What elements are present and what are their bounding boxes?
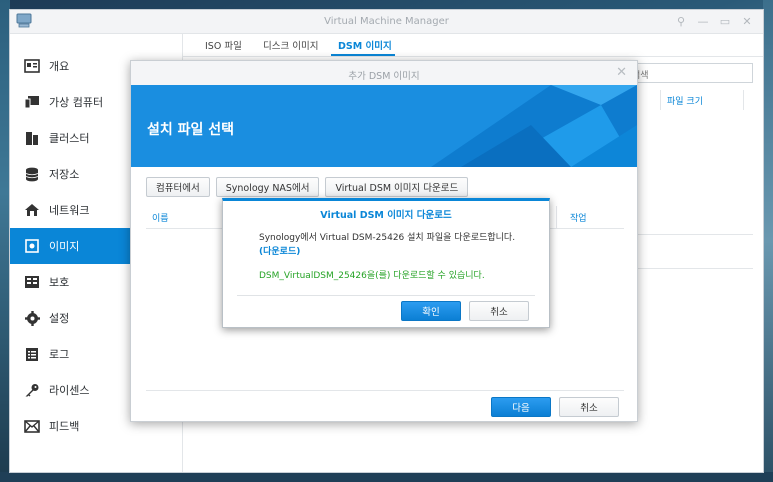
- sidebar-item-label: 보호: [49, 276, 70, 289]
- close-icon[interactable]: ✕: [616, 65, 627, 80]
- tab-disk-image[interactable]: 디스크 이미지: [263, 38, 318, 52]
- settings-icon: [23, 310, 41, 326]
- window-title: Virtual Machine Manager: [324, 16, 449, 27]
- sidebar-item-label: 이미지: [49, 240, 80, 253]
- download-virtual-dsm-button[interactable]: Virtual DSM 이미지 다운로드: [325, 177, 469, 197]
- image-icon: [23, 238, 41, 254]
- protection-icon: [23, 274, 41, 290]
- network-icon: [23, 202, 41, 218]
- minimize-icon[interactable]: —: [697, 15, 709, 28]
- log-icon: [23, 346, 41, 362]
- download-link[interactable]: (다운로드): [259, 247, 300, 257]
- desktop-wallpaper-left: [0, 0, 10, 482]
- search-input[interactable]: 검색: [625, 63, 753, 83]
- sidebar-item-label: 로그: [49, 348, 70, 361]
- download-message: Synology에서 Virtual DSM-25426 설치 파일을 다운로드…: [259, 231, 527, 259]
- desktop-wallpaper-bottom: [0, 472, 773, 482]
- message-text: Synology에서 Virtual DSM-25426 설치 파일을 다운로드…: [259, 233, 516, 243]
- footer-divider: [146, 390, 624, 391]
- sidebar-item-label: 라이센스: [49, 384, 90, 397]
- feedback-mail-icon: [23, 418, 41, 434]
- next-button[interactable]: 다음: [491, 397, 551, 417]
- active-tab-indicator: [331, 54, 395, 56]
- storage-icon: [23, 166, 41, 182]
- column-header-action[interactable]: 작업: [570, 211, 587, 224]
- download-status: DSM_VirtualDSM_25426을(를) 다운로드할 수 있습니다.: [259, 271, 485, 281]
- from-synology-nas-button[interactable]: Synology NAS에서: [215, 177, 320, 197]
- banner-title: 설치 파일 선택: [147, 122, 235, 138]
- sidebar-item-label: 클러스터: [49, 132, 90, 145]
- column-header-file-size[interactable]: 파일 크기: [660, 90, 744, 110]
- maximize-icon[interactable]: ▭: [719, 15, 731, 28]
- sidebar-item-label: 저장소: [49, 168, 80, 181]
- sidebar-item-label: 가상 컴퓨터: [49, 96, 104, 109]
- sidebar-item-label: 네트워크: [49, 204, 90, 217]
- window-titlebar[interactable]: Virtual Machine Manager ⚲ — ▭ ✕: [10, 10, 763, 34]
- overview-icon: [23, 58, 41, 74]
- sidebar-item-label: 피드백: [49, 420, 80, 433]
- column-header-label: 파일 크기: [667, 97, 703, 107]
- column-header-name[interactable]: 이름: [152, 211, 169, 224]
- download-virtual-dsm-dialog: Virtual DSM 이미지 다운로드 Synology에서 Virtual …: [222, 198, 550, 328]
- dialog-title: Virtual DSM 이미지 다운로드: [320, 210, 452, 221]
- pin-icon[interactable]: ⚲: [675, 15, 687, 28]
- virtual-machine-icon: [23, 94, 41, 110]
- tab-dsm-image[interactable]: DSM 이미지: [338, 38, 392, 52]
- sidebar-item-label: 개요: [49, 60, 70, 73]
- close-icon[interactable]: ✕: [741, 15, 753, 28]
- from-computer-button[interactable]: 컴퓨터에서: [146, 177, 210, 197]
- column-separator: [556, 206, 557, 228]
- cancel-button[interactable]: 취소: [559, 397, 619, 417]
- dialog-header[interactable]: 추가 DSM 이미지 ✕: [131, 61, 637, 86]
- dialog-banner: 설치 파일 선택: [131, 85, 637, 167]
- cancel-button[interactable]: 취소: [469, 301, 529, 321]
- tab-bar: ISO 파일 디스크 이미지 DSM 이미지: [183, 34, 763, 57]
- footer-divider: [237, 295, 535, 296]
- dialog-title: 추가 DSM 이미지: [348, 71, 420, 82]
- tab-iso-file[interactable]: ISO 파일: [205, 38, 242, 52]
- license-key-icon: [23, 382, 41, 398]
- cluster-icon: [23, 130, 41, 146]
- ok-button[interactable]: 확인: [401, 301, 461, 321]
- sidebar-item-label: 설정: [49, 312, 70, 325]
- desktop-wallpaper-right: [763, 0, 773, 482]
